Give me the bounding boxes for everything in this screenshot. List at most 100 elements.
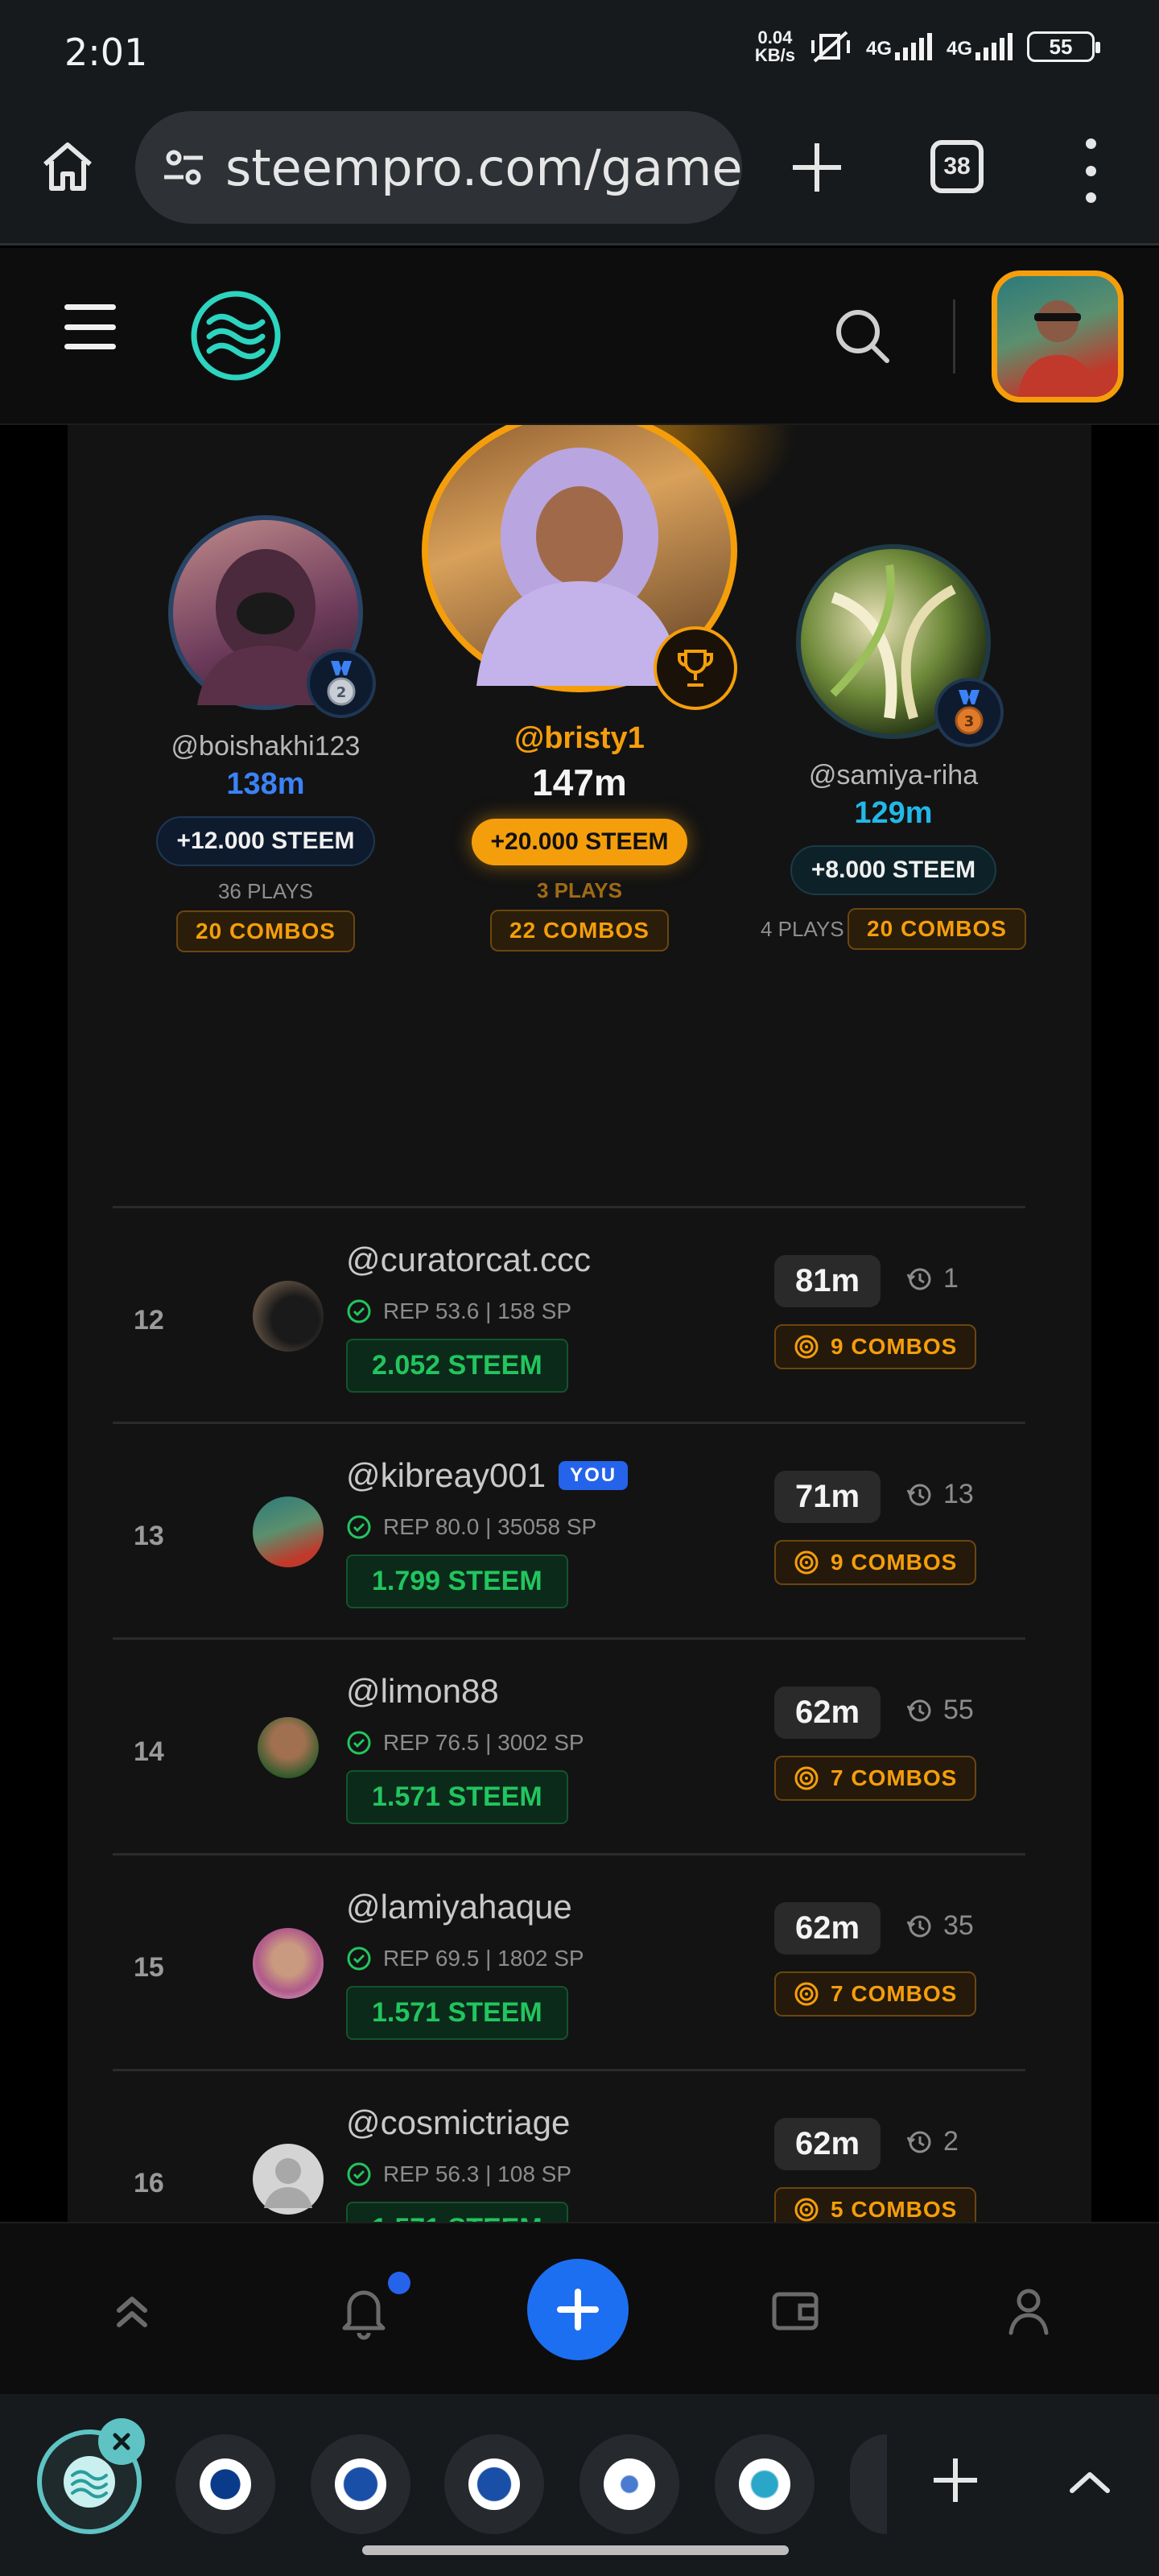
app-header	[0, 248, 1159, 425]
battery-level: 55	[1049, 34, 1073, 59]
tab-thumbnail[interactable]	[715, 2434, 815, 2534]
leaderboard-row-you[interactable]: 13 @kibreay001 YOU REP 80.0 | 35058 SP 1…	[113, 1422, 1025, 1637]
row-distance: 62m	[774, 1686, 881, 1739]
tab-thumbnail-partial[interactable]	[850, 2434, 887, 2534]
row-username[interactable]: @lamiyahaque	[346, 1888, 572, 1926]
row-username-wrap[interactable]: @limon88	[346, 1672, 499, 1711]
target-icon	[794, 1982, 819, 2006]
row-distance: 71m	[774, 1471, 881, 1523]
podium-second-avatar[interactable]: 2	[168, 515, 376, 718]
podium-second[interactable]: 2 @boishakhi123 138m +12.000 STEEM 36 PL…	[145, 515, 386, 952]
row-avatar[interactable]	[253, 1496, 324, 1567]
tab-thumbnail[interactable]	[580, 2434, 679, 2534]
signal-1: 4G	[866, 33, 932, 60]
leaderboard-row[interactable]: 16 @cosmictriage REP 56.3 | 108 SP 1.571…	[113, 2069, 1025, 2222]
row-avatar-default[interactable]	[253, 2144, 324, 2215]
row-combos: 7 COMBOS	[774, 1971, 977, 2017]
scroll-top-icon[interactable]	[101, 2280, 163, 2341]
net-speed-value: 0.04	[757, 27, 793, 47]
row-rank: 13	[134, 1521, 164, 1551]
row-combos-text: 9 COMBOS	[831, 1334, 958, 1359]
row-plays: 55	[906, 1695, 974, 1726]
row-rank: 15	[134, 1952, 164, 1983]
target-icon	[794, 2198, 819, 2222]
mute-vibrate-icon	[810, 31, 850, 63]
tab-thumbnail[interactable]	[311, 2434, 410, 2534]
row-plays: 2	[906, 2126, 959, 2157]
net-speed: 0.04 KB/s	[755, 29, 795, 64]
podium-first-avatar[interactable]	[422, 425, 737, 710]
close-tab-button[interactable]	[98, 2418, 145, 2465]
target-icon	[794, 1766, 819, 1790]
site-settings-icon[interactable]	[159, 143, 208, 192]
create-button[interactable]	[527, 2259, 629, 2360]
user-avatar[interactable]	[992, 270, 1124, 402]
row-steem-reward: 1.571 STEEM	[346, 1770, 568, 1824]
leaderboard-row[interactable]: 15 @lamiyahaque REP 69.5 | 1802 SP 1.571…	[113, 1853, 1025, 2069]
row-username[interactable]: @cosmictriage	[346, 2103, 570, 2142]
row-avatar[interactable]	[253, 1928, 324, 1999]
podium-third-username[interactable]: @samiya-riha	[757, 760, 1030, 791]
podium-third-avatar[interactable]: 3	[796, 544, 1004, 747]
row-combos: 5 COMBOS	[774, 2187, 977, 2222]
podium-first-username[interactable]: @bristy1	[419, 721, 740, 756]
row-steem-reward: 1.799 STEEM	[346, 1554, 568, 1608]
row-combos-text: 7 COMBOS	[831, 1981, 958, 2006]
more-menu-icon[interactable]	[1079, 138, 1103, 203]
row-avatar[interactable]	[253, 1281, 324, 1352]
verified-icon	[347, 1946, 371, 1971]
new-tab-icon[interactable]	[785, 135, 849, 200]
verified-icon	[347, 1731, 371, 1755]
wallet-icon[interactable]	[765, 2280, 826, 2341]
trophy-icon	[678, 650, 713, 687]
row-combos-text: 7 COMBOS	[831, 1765, 958, 1790]
history-icon	[906, 1484, 931, 1505]
user-icon[interactable]	[998, 2280, 1059, 2341]
add-tab-icon[interactable]	[926, 2450, 985, 2510]
menu-icon[interactable]	[64, 304, 116, 349]
steempro-logo-icon[interactable]	[190, 290, 282, 382]
chevron-up-icon[interactable]	[1061, 2457, 1119, 2505]
podium-third-combos: 20 COMBOS	[848, 908, 1026, 950]
row-username[interactable]: @kibreay001	[346, 1456, 546, 1495]
leaderboard-row[interactable]: 12 @curatorcat.ccc REP 53.6 | 158 SP 2.0…	[113, 1206, 1025, 1422]
row-username-wrap[interactable]: @lamiyahaque	[346, 1888, 572, 1926]
row-distance: 81m	[774, 1255, 881, 1307]
trophy-badge	[654, 626, 737, 710]
row-avatar[interactable]	[258, 1717, 319, 1778]
history-icon	[906, 1915, 931, 1937]
row-username-wrap[interactable]: @kibreay001 YOU	[346, 1456, 629, 1495]
home-icon[interactable]	[39, 137, 97, 195]
tab-thumbnail[interactable]	[175, 2434, 275, 2534]
history-icon	[906, 2131, 931, 2153]
url-text[interactable]: steempro.com/games	[225, 138, 742, 197]
row-plays: 1	[906, 1263, 959, 1294]
podium-second-username[interactable]: @boishakhi123	[145, 731, 386, 762]
search-icon[interactable]	[831, 304, 895, 369]
target-icon	[794, 1335, 819, 1359]
row-username-wrap[interactable]: @curatorcat.ccc	[346, 1241, 591, 1279]
row-combos-text: 5 COMBOS	[831, 2197, 958, 2222]
tab-thumbnail[interactable]	[444, 2434, 544, 2534]
leaderboard-row[interactable]: 14 @limon88 REP 76.5 | 3002 SP 1.571 STE…	[113, 1637, 1025, 1853]
row-username[interactable]: @limon88	[346, 1672, 499, 1711]
steem-favicon-icon	[335, 2458, 386, 2510]
row-username[interactable]: @curatorcat.ccc	[346, 1241, 591, 1279]
podium-first[interactable]: @bristy1 147m +20.000 STEEM 3 PLAYS 22 C…	[419, 425, 740, 952]
bottom-nav	[0, 2222, 1159, 2394]
row-plays-count: 1	[943, 1263, 959, 1294]
bell-icon[interactable]	[333, 2280, 394, 2341]
podium-third[interactable]: 3 @samiya-riha 129m +8.000 STEEM 4 PLAYS…	[757, 544, 1030, 950]
header-divider	[953, 299, 955, 374]
row-rank: 12	[134, 1305, 164, 1335]
user-avatar-image	[1018, 300, 1097, 397]
steem-favicon-icon	[468, 2458, 520, 2510]
row-reputation: REP 56.3 | 108 SP	[346, 2161, 571, 2187]
row-combos: 9 COMBOS	[774, 1540, 977, 1585]
tab-switcher-button[interactable]: 38	[930, 140, 984, 193]
podium-second-plays: 36 PLAYS	[217, 879, 314, 903]
row-username-wrap[interactable]: @cosmictriage	[346, 2103, 570, 2142]
address-bar[interactable]: steempro.com/games	[135, 111, 742, 224]
row-steem-reward: 2.052 STEEM	[346, 1339, 568, 1393]
silver-medal-badge: 2	[307, 649, 376, 718]
